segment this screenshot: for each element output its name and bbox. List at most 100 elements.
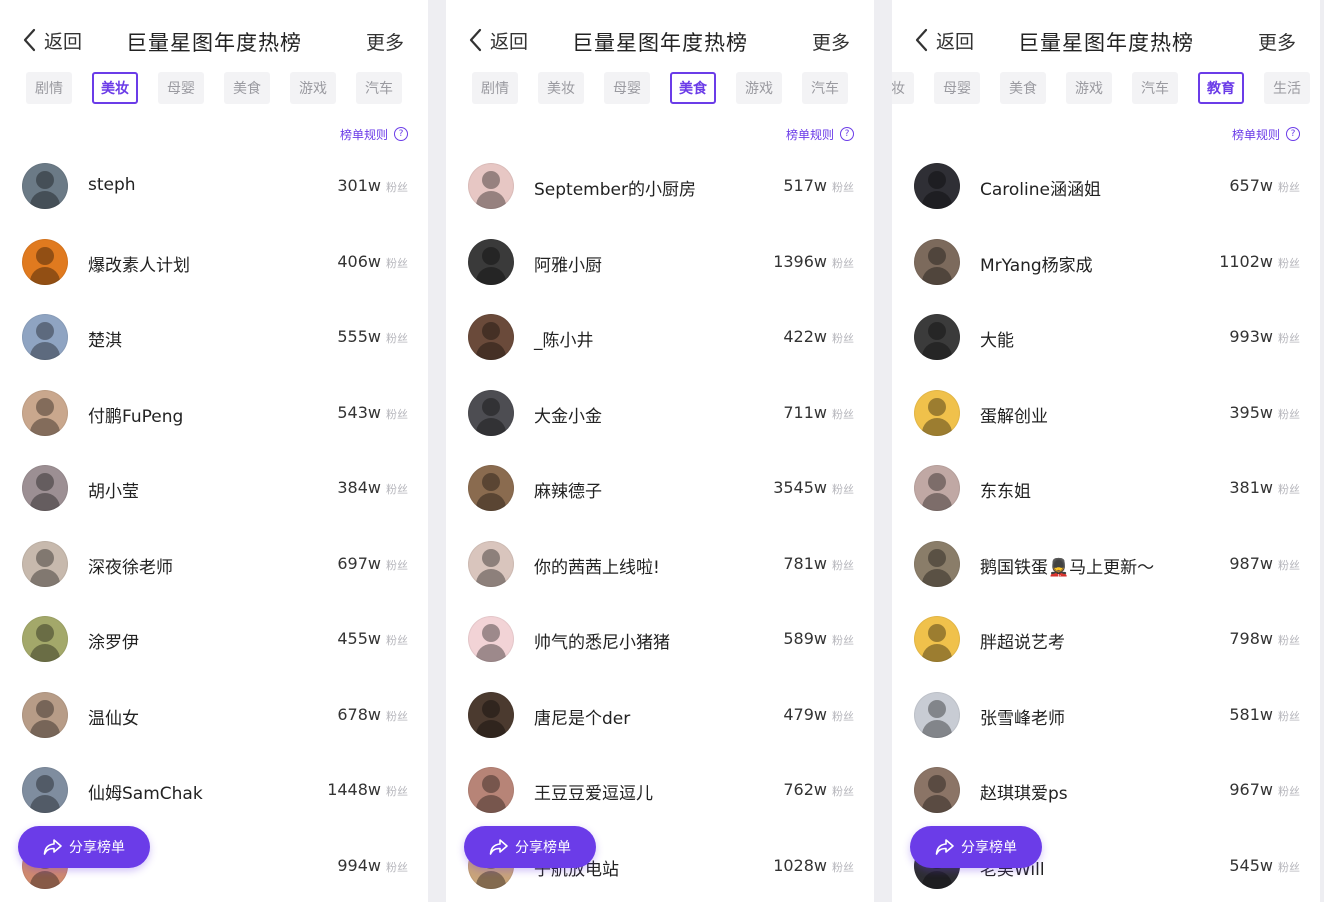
top-bar: 返回 巨量星图年度热榜 更多 xyxy=(0,0,428,78)
fans-count: 384w 粉丝 xyxy=(337,478,408,497)
creator-name: 深夜徐老师 xyxy=(88,557,173,578)
share-button[interactable]: 分享榜单 xyxy=(464,826,596,868)
list-item[interactable]: 温仙女 678w 粉丝 xyxy=(0,677,428,753)
fans-number: 993w xyxy=(1229,327,1273,346)
list-item[interactable]: Caroline涵涵姐 657w 粉丝 xyxy=(892,148,1320,224)
tab-5[interactable]: 汽车 xyxy=(356,72,402,104)
tab-5[interactable]: 教育 xyxy=(1198,72,1244,104)
avatar xyxy=(914,465,960,511)
list-item[interactable]: MrYang杨家成 1102w 粉丝 xyxy=(892,224,1320,300)
list-item[interactable]: 麻辣德子 3545w 粉丝 xyxy=(446,450,874,526)
list-item[interactable]: 东东姐 381w 粉丝 xyxy=(892,450,1320,526)
list-item[interactable]: 深夜徐老师 697w 粉丝 xyxy=(0,526,428,602)
top-bar: 返回 巨量星图年度热榜 更多 xyxy=(892,0,1320,78)
fans-number: 3545w xyxy=(773,478,827,497)
fans-count: 589w 粉丝 xyxy=(783,629,854,648)
more-link[interactable]: 更多 xyxy=(812,28,850,55)
tab-0[interactable]: 剧情 xyxy=(26,72,72,104)
rules-link[interactable]: 榜单规则? xyxy=(340,125,408,143)
tab-0[interactable]: 美妆 xyxy=(892,72,914,104)
list-item[interactable]: 唐尼是个der 479w 粉丝 xyxy=(446,677,874,753)
fans-count: 301w 粉丝 xyxy=(337,176,408,195)
list-item[interactable]: 大能 993w 粉丝 xyxy=(892,299,1320,375)
list-item[interactable]: 楚淇 555w 粉丝 xyxy=(0,299,428,375)
fans-unit: 粉丝 xyxy=(386,860,408,874)
fans-count: 1448w 粉丝 xyxy=(327,780,408,799)
tab-1[interactable]: 美妆 xyxy=(538,72,584,104)
fans-number: 455w xyxy=(337,629,381,648)
fans-number: 697w xyxy=(337,553,381,573)
more-link[interactable]: 更多 xyxy=(1258,28,1296,55)
fans-unit: 粉丝 xyxy=(386,181,408,194)
tab-4[interactable]: 游戏 xyxy=(290,72,336,104)
list-item[interactable]: 张雪峰老师 581w 粉丝 xyxy=(892,677,1320,753)
list-item[interactable]: 付鹏FuPeng 543w 粉丝 xyxy=(0,375,428,451)
avatar-body xyxy=(476,493,506,511)
avatar-body xyxy=(476,719,506,738)
fans-number: 555w xyxy=(337,327,381,346)
list-item[interactable]: 阿雅小厨 1396w 粉丝 xyxy=(446,224,874,300)
list-item[interactable]: September的小厨房 517w 粉丝 xyxy=(446,148,874,224)
avatar xyxy=(22,163,68,209)
fans-unit: 粉丝 xyxy=(386,332,408,345)
tab-1[interactable]: 母婴 xyxy=(934,72,980,104)
tab-1[interactable]: 美妆 xyxy=(92,72,138,104)
avatar-body xyxy=(30,417,60,436)
avatar-body xyxy=(922,568,952,587)
list-item[interactable]: 涂罗伊 455w 粉丝 xyxy=(0,601,428,677)
share-button[interactable]: 分享榜单 xyxy=(18,826,150,868)
tab-2[interactable]: 母婴 xyxy=(158,72,204,104)
tab-3[interactable]: 游戏 xyxy=(1066,72,1112,104)
fans-number: 384w xyxy=(337,478,381,497)
fans-count: 1396w 粉丝 xyxy=(773,252,854,271)
list-item[interactable]: 帅气的悉尼小猪猪 589w 粉丝 xyxy=(446,601,874,677)
list-item[interactable]: 你的茜茜上线啦! 781w 粉丝 xyxy=(446,526,874,602)
fans-number: 422w xyxy=(783,327,827,346)
avatar-head xyxy=(928,699,946,718)
tab-4[interactable]: 汽车 xyxy=(1132,72,1178,104)
list-item[interactable]: 蛋解创业 395w 粉丝 xyxy=(892,375,1320,451)
list-item[interactable]: 胖超说艺考 798w 粉丝 xyxy=(892,601,1320,677)
fans-unit: 粉丝 xyxy=(386,785,408,798)
tab-3[interactable]: 美食 xyxy=(670,72,716,104)
fans-unit: 粉丝 xyxy=(386,709,408,723)
fans-unit: 粉丝 xyxy=(1278,256,1300,270)
rules-link[interactable]: 榜单规则? xyxy=(1232,125,1300,143)
avatar xyxy=(22,238,68,285)
tab-3[interactable]: 美食 xyxy=(224,72,270,104)
avatar xyxy=(468,540,514,587)
fans-count: 993w 粉丝 xyxy=(1229,327,1300,346)
fans-number: 967w xyxy=(1229,780,1273,799)
rules-label: 榜单规则 xyxy=(785,127,834,142)
fans-count: 697w 粉丝 xyxy=(337,554,408,573)
list-item[interactable]: 王豆豆爱逗逗儿 762w 粉丝 xyxy=(446,752,874,828)
avatar-body xyxy=(30,795,60,813)
tab-2[interactable]: 母婴 xyxy=(604,72,650,104)
list-item[interactable]: 仙姆SamChak 1448w 粉丝 xyxy=(0,752,428,828)
list-item[interactable]: steph 301w 粉丝 xyxy=(0,148,428,224)
creator-name: 仙姆SamChak xyxy=(88,784,203,804)
avatar-body xyxy=(476,342,506,360)
list-item[interactable]: 赵琪琪爱ps 967w 粉丝 xyxy=(892,752,1320,828)
share-button[interactable]: 分享榜单 xyxy=(910,826,1042,868)
fans-count: 3545w 粉丝 xyxy=(773,478,854,497)
more-link[interactable]: 更多 xyxy=(366,28,404,55)
list-item[interactable]: 胡小莹 384w 粉丝 xyxy=(0,450,428,526)
list-item[interactable]: 爆改素人计划 406w 粉丝 xyxy=(0,224,428,300)
fans-number: 657w xyxy=(1229,176,1273,195)
list-item[interactable]: 鹅国铁蛋💂马上更新～ 987w 粉丝 xyxy=(892,526,1320,602)
fans-number: 1102w xyxy=(1219,251,1273,271)
avatar xyxy=(468,691,514,738)
tab-6[interactable]: 生活 xyxy=(1264,72,1310,104)
creator-name: 涂罗伊 xyxy=(88,633,139,653)
avatar-head xyxy=(928,171,946,189)
list-item[interactable]: 大金小金 711w 粉丝 xyxy=(446,375,874,451)
list-item[interactable]: _陈小井 422w 粉丝 xyxy=(446,299,874,375)
tab-4[interactable]: 游戏 xyxy=(736,72,782,104)
tab-2[interactable]: 美食 xyxy=(1000,72,1046,104)
fans-unit: 粉丝 xyxy=(1278,860,1300,874)
rules-link[interactable]: 榜单规则? xyxy=(786,125,854,143)
avatar xyxy=(22,465,68,511)
tab-0[interactable]: 剧情 xyxy=(472,72,518,104)
tab-5[interactable]: 汽车 xyxy=(802,72,848,104)
